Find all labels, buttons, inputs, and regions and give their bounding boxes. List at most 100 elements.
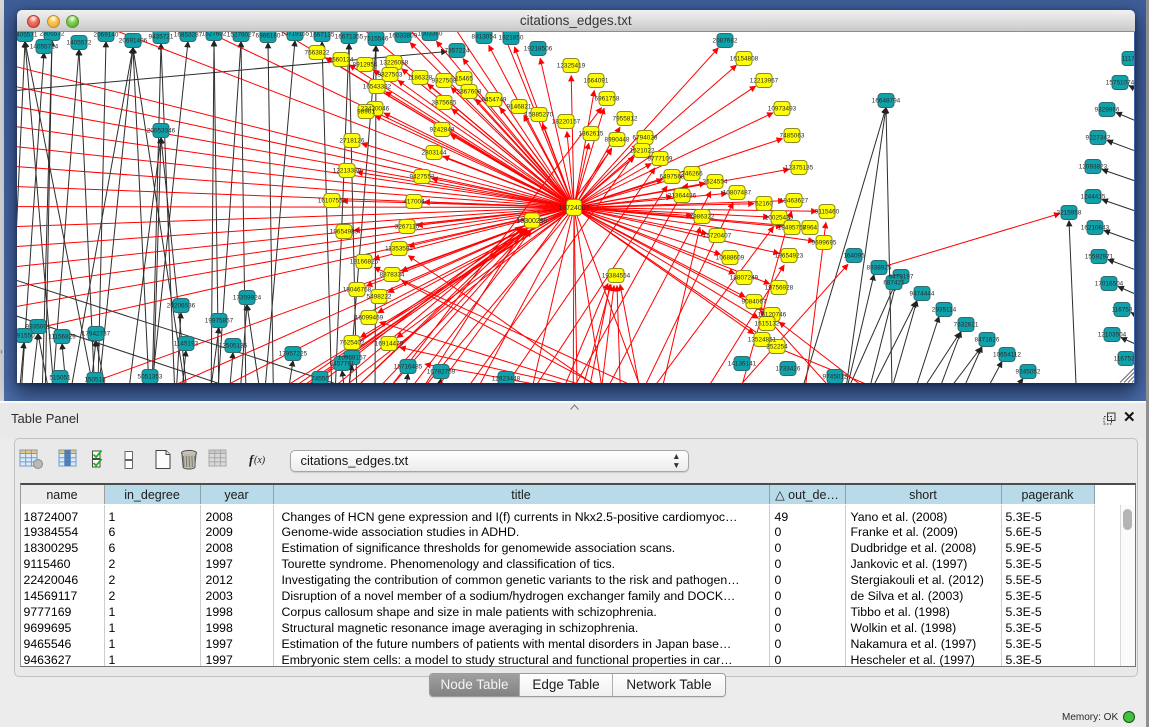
svg-text:7515546: 7515546: [364, 36, 389, 43]
svg-text:9327503: 9327503: [378, 72, 403, 79]
svg-text:10973493: 10973493: [768, 106, 797, 113]
svg-text:5498222: 5498222: [367, 294, 392, 301]
svg-text:10688609: 10688609: [716, 255, 745, 262]
svg-text:9115460: 9115460: [815, 209, 840, 216]
svg-text:9699695: 9699695: [812, 240, 837, 247]
svg-text:1621022: 1621022: [630, 148, 655, 155]
svg-text:1405571: 1405571: [17, 32, 38, 39]
svg-text:7625402: 7625402: [340, 340, 365, 347]
svg-text:7663822: 7663822: [305, 50, 330, 57]
svg-text:1667135: 1667135: [310, 32, 335, 39]
svg-text:3267110: 3267110: [395, 224, 420, 231]
svg-text:1167534: 1167534: [1114, 356, 1134, 363]
svg-text:21364436: 21364436: [668, 193, 697, 200]
svg-text:16853287: 16853287: [174, 32, 203, 39]
svg-text:12103504: 12103504: [1098, 332, 1127, 339]
svg-text:16154808: 16154808: [730, 56, 759, 63]
svg-text:9435721: 9435721: [149, 34, 174, 41]
svg-text:16543382: 16543382: [363, 84, 392, 91]
svg-text:1186328: 1186328: [408, 75, 433, 82]
svg-text:9660124: 9660124: [329, 57, 354, 64]
svg-text:18463627: 18463627: [780, 198, 809, 205]
svg-text:9242848: 9242848: [430, 127, 455, 134]
svg-text:3624554: 3624554: [703, 179, 728, 186]
svg-text:1405572: 1405572: [67, 40, 92, 47]
svg-text:6497568: 6497568: [660, 174, 685, 181]
svg-text:7485063: 7485063: [780, 133, 805, 140]
svg-text:13226058: 13226058: [380, 60, 409, 67]
svg-text:1003380: 1003380: [418, 32, 443, 38]
svg-text:3215958: 3215958: [1057, 210, 1082, 217]
svg-text:74550: 74550: [311, 376, 329, 383]
svg-text:417004: 417004: [403, 199, 425, 206]
svg-text:1664091: 1664091: [584, 78, 609, 85]
svg-text:10807487: 10807487: [723, 190, 752, 197]
svg-text:1362615: 1362615: [579, 131, 604, 138]
svg-text:12505135: 12505135: [219, 343, 248, 350]
svg-text:9245052: 9245052: [1016, 369, 1041, 376]
svg-text:8813054: 8813054: [472, 34, 497, 41]
svg-text:15592971: 15592971: [1085, 254, 1114, 261]
svg-text:7955812: 7955812: [613, 116, 638, 123]
svg-text:16099469: 16099469: [355, 315, 384, 322]
svg-text:18220157: 18220157: [552, 119, 581, 126]
svg-text:252254: 252254: [766, 344, 788, 351]
svg-text:13524851: 13524851: [748, 337, 777, 344]
svg-text:17942737: 17942737: [82, 331, 111, 338]
svg-text:16107552: 16107552: [318, 198, 347, 205]
svg-text:8938925: 8938925: [867, 265, 892, 272]
svg-text:116753: 116753: [1112, 307, 1133, 314]
svg-text:1244415: 1244415: [1081, 194, 1106, 201]
svg-text:18724007: 18724007: [558, 205, 589, 212]
svg-text:8912954: 8912954: [353, 62, 378, 69]
svg-text:17359924: 17359924: [233, 295, 262, 302]
svg-text:1733426: 1733426: [776, 366, 801, 373]
svg-text:2718126: 2718126: [340, 138, 365, 145]
svg-text:9427552: 9427552: [410, 174, 435, 181]
svg-text:17016504: 17016504: [1095, 281, 1124, 288]
svg-text:10719155: 10719155: [281, 32, 310, 38]
svg-text:19166825: 19166825: [350, 259, 379, 266]
svg-text:16782759: 16782759: [427, 369, 456, 376]
svg-text:9457791: 9457791: [330, 361, 355, 368]
svg-text:16033809: 16033809: [389, 33, 418, 40]
svg-text:19218506: 19218506: [524, 46, 553, 53]
svg-text:1145193: 1145193: [174, 341, 199, 348]
svg-text:16671355: 16671355: [335, 34, 364, 41]
svg-text:5051353: 5051353: [138, 374, 163, 381]
svg-text:98961: 98961: [357, 109, 375, 116]
svg-text:2935114: 2935114: [932, 307, 957, 314]
svg-text:16648794: 16648794: [872, 98, 901, 105]
svg-text:9327508: 9327508: [432, 78, 457, 85]
svg-text:(x): (x): [254, 455, 266, 466]
svg-text:2805572: 2805572: [40, 32, 65, 38]
svg-text:150513: 150513: [84, 377, 106, 383]
svg-text:8471626: 8471626: [975, 337, 1000, 344]
svg-text:9935001: 9935001: [26, 324, 51, 331]
svg-text:18807249: 18807249: [730, 275, 759, 282]
svg-text:6961758: 6961758: [595, 96, 620, 103]
svg-text:15751074: 15751074: [1106, 80, 1134, 87]
svg-text:11353594: 11353594: [385, 246, 413, 253]
svg-text:15046768: 15046768: [343, 287, 372, 294]
svg-text:15885270: 15885270: [525, 112, 554, 119]
svg-text:164095: 164095: [843, 253, 865, 260]
svg-text:12375135: 12375135: [785, 165, 814, 172]
svg-text:2069140: 2069140: [94, 32, 119, 39]
svg-text:12213967: 12213967: [750, 78, 779, 85]
svg-text:12325419: 12325419: [557, 63, 586, 70]
svg-text:7986322: 7986322: [690, 214, 715, 221]
svg-text:9084067: 9084067: [742, 299, 767, 306]
svg-text:1615132: 1615132: [755, 321, 780, 328]
svg-text:6966160: 6966160: [256, 33, 281, 40]
svg-text:10654112: 10654112: [993, 352, 1021, 359]
svg-text:20206536: 20206536: [167, 303, 196, 310]
svg-text:7632621: 7632621: [954, 322, 979, 329]
svg-text:6794028: 6794028: [633, 135, 658, 142]
svg-text:3875685: 3875685: [432, 100, 457, 107]
svg-text:12093823: 12093823: [1079, 164, 1108, 171]
svg-text:9329966: 9329966: [1095, 107, 1120, 114]
svg-text:1527602: 1527602: [202, 32, 227, 38]
svg-text:8990448: 8990448: [605, 137, 630, 144]
svg-text:9146821: 9146821: [507, 104, 532, 111]
